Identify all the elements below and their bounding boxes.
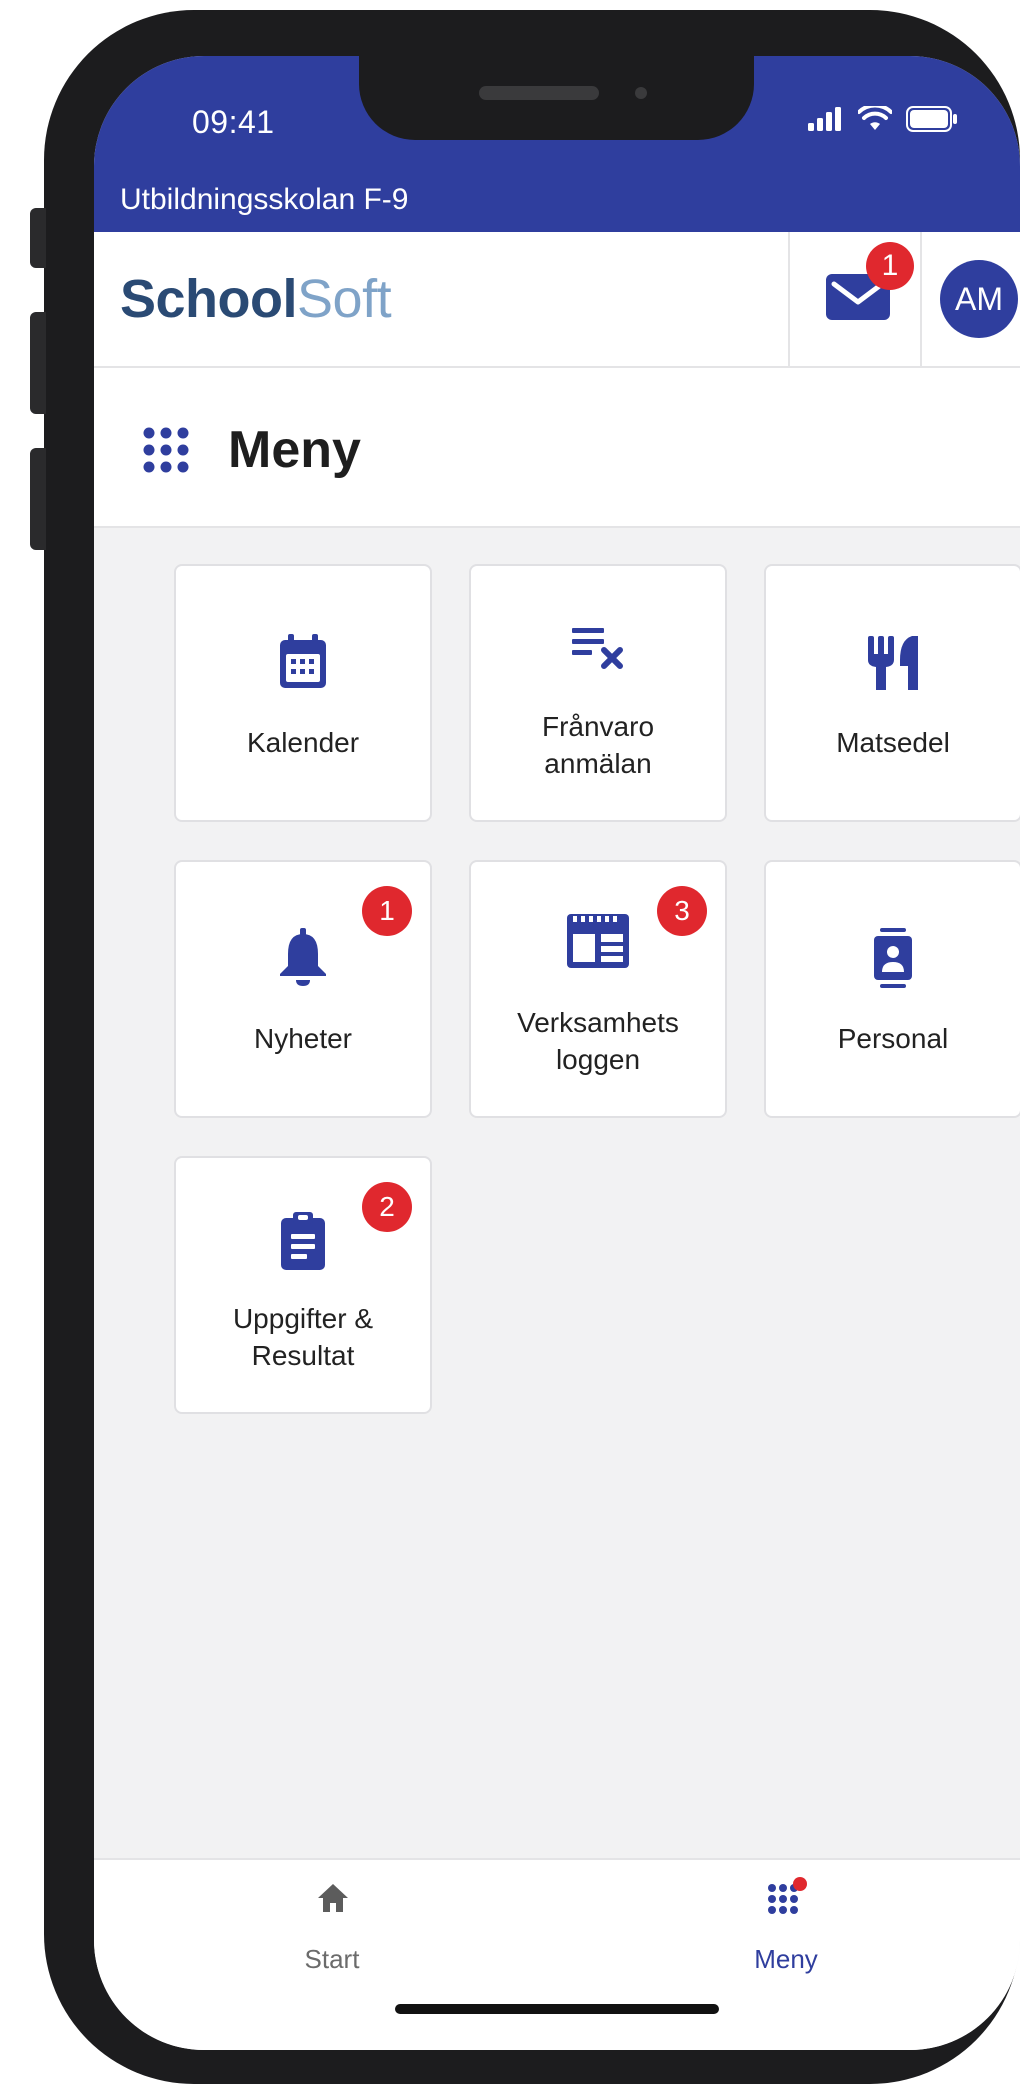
nav-meny-label: Meny [754,1944,818,1974]
calendar-icon [280,634,326,688]
tile-personal[interactable]: Personal [764,860,1020,1118]
speaker [479,86,599,100]
notification-badge: 1 [362,886,412,936]
staff-badge-icon [874,928,912,988]
bottom-nav: Start Meny [94,1858,1020,2050]
avatar[interactable]: AM [940,260,1018,338]
notch [359,56,754,140]
mail-badge: 1 [866,242,914,290]
page-header: Meny [94,368,1020,528]
tile-label: Frånvaro anmälan [541,711,655,779]
tile-uppgifter-resultat[interactable]: 2 Uppgifter & Resultat [174,1156,432,1414]
app-header: SchoolSoft 1 AM [94,232,1020,368]
camera [635,87,647,99]
nav-meny[interactable]: Meny [686,1860,886,1980]
signal-icon [808,107,841,131]
grid-icon [768,1877,807,1914]
battery-icon [906,106,957,132]
tile-label: Uppgifter & Resultat [232,1303,374,1371]
screen: 09:41 Utbildningsskolan F-9 SchoolSoft 1… [94,56,1020,2050]
home-indicator[interactable] [395,2004,719,2014]
tile-label: Verksamhets loggen [517,1007,679,1075]
notification-badge: 3 [657,886,707,936]
volume-down-button [30,448,46,550]
page-title: Meny [228,421,361,479]
school-name: Utbildningsskolan F-9 [120,183,409,216]
nav-start-label: Start [304,1944,360,1974]
tile-nyheter[interactable]: 1 Nyheter [174,860,432,1118]
status-bar: 09:41 Utbildningsskolan F-9 [94,56,1020,232]
notification-badge: 2 [362,1182,412,1232]
cutlery-icon [868,636,918,690]
tile-matsedel[interactable]: Matsedel [764,564,1020,822]
wifi-icon [858,106,892,130]
tile-verksamhetsloggen[interactable]: 3 Verksamhets loggen [469,860,727,1118]
home-icon [318,1884,348,1912]
tile-kalender[interactable]: Kalender [174,564,432,822]
tile-franvaro[interactable]: Frånvaro anmälan [469,564,727,822]
tile-label: Matsedel [836,727,950,758]
phone-frame: 09:41 Utbildningsskolan F-9 SchoolSoft 1… [30,10,1020,2084]
absence-list-icon [572,628,623,669]
log-icon [567,914,629,968]
logo-text-school: School [120,269,298,329]
logo-text-soft: Soft [297,269,392,329]
tile-label: Personal [837,1023,949,1054]
messages-button[interactable]: 1 [788,232,922,366]
bell-icon [280,928,326,986]
status-time: 09:41 [192,104,275,140]
tile-label: Nyheter [253,1023,353,1054]
status-icons [808,106,958,132]
mute-switch [30,208,46,268]
grid-icon [143,427,189,473]
schoolsoft-logo[interactable]: SchoolSoft [120,268,392,330]
volume-up-button [30,312,46,414]
clipboard-icon [281,1212,325,1270]
tile-label: Kalender [246,727,360,758]
nav-start[interactable]: Start [232,1860,432,1980]
